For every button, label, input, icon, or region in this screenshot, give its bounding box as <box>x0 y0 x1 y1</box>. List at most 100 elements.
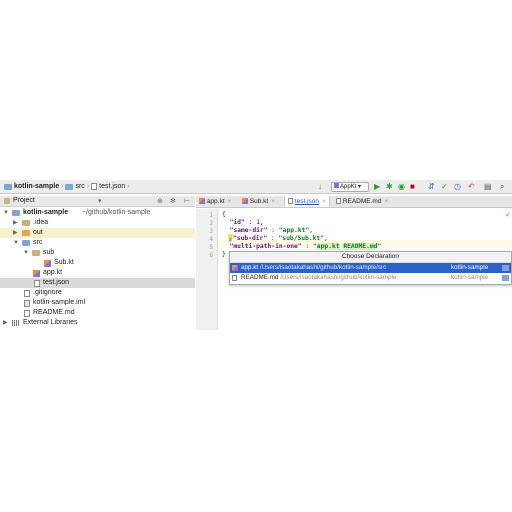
tab-app-kt[interactable]: app.kt × <box>199 196 231 207</box>
tab-sub-kt[interactable]: Sub.kt × <box>242 196 275 207</box>
code-text: : 1, <box>244 219 264 226</box>
tab-label: Sub.kt <box>249 198 269 205</box>
build-icon[interactable]: ↓ <box>318 183 322 191</box>
kotlin-file-icon <box>242 198 248 204</box>
folder-icon <box>32 250 40 256</box>
breadcrumb-src[interactable]: src <box>75 183 84 190</box>
tree-item-label: src <box>33 239 43 246</box>
declaration-item-app-kt[interactable]: app.kt /Users/isaotakahashi/github/kotli… <box>230 263 511 273</box>
search-everywhere-icon[interactable]: ⌕ <box>500 183 504 191</box>
kotlin-file-icon <box>232 265 238 271</box>
source-folder-icon <box>65 183 74 190</box>
line-number: 3 <box>209 228 213 235</box>
debug-icon[interactable]: ✱ <box>386 183 393 191</box>
markdown-file-icon <box>232 275 237 281</box>
breadcrumb-file[interactable]: test.json <box>99 183 125 190</box>
declaration-name: app.kt <box>241 264 259 271</box>
chevron-right-icon: › <box>86 183 90 190</box>
close-icon[interactable]: × <box>228 198 232 205</box>
coverage-icon[interactable]: ◉ <box>398 183 405 191</box>
close-icon[interactable]: × <box>384 198 388 205</box>
json-key: "same-dir" <box>229 227 268 234</box>
kotlin-config-icon <box>334 183 339 188</box>
tree-item-label: kotlin-sample <box>23 209 69 216</box>
code-text: : <box>267 235 279 242</box>
tree-item-test-json[interactable]: test.json <box>0 278 195 288</box>
collapsed-arrow-icon[interactable]: ▶ <box>13 228 18 238</box>
close-icon[interactable]: × <box>271 198 275 205</box>
tree-item-idea[interactable]: ▶ .idea <box>0 218 195 228</box>
code-line-1[interactable]: { <box>222 211 226 219</box>
module-icon <box>502 275 509 281</box>
line-number: 5 <box>209 244 213 251</box>
module-folder-icon <box>4 183 12 190</box>
tree-item-src[interactable]: ▼ src <box>0 238 195 248</box>
view-mode-dropdown-icon[interactable]: ▾ <box>98 197 102 205</box>
json-key: "sub-dir" <box>233 235 268 242</box>
collapsed-arrow-icon[interactable]: ▶ <box>13 218 18 228</box>
tree-item-app-kt[interactable]: app.kt <box>0 268 195 278</box>
project-structure-icon[interactable]: ▤ <box>484 183 492 191</box>
code-text: } <box>222 251 226 258</box>
kotlin-file-icon <box>199 198 205 204</box>
markdown-file-icon <box>24 310 30 317</box>
navigation-bar: kotlin-sample › src › test.json › ↓ AppK… <box>0 180 512 194</box>
tab-test-json[interactable]: test.json × <box>284 196 330 207</box>
tree-item-kotlin-sample[interactable]: ▼ kotlin-sample ~/github/kotlin-sample <box>0 208 195 218</box>
declaration-item-readme[interactable]: README.md /Users/isaotakahashi/github/ko… <box>230 273 511 283</box>
file-reference[interactable]: app.kt <box>316 243 340 250</box>
code-line-6[interactable]: } <box>222 251 226 259</box>
source-folder-icon <box>22 240 30 246</box>
popup-title: Choose Declaration <box>230 252 511 263</box>
stop-icon[interactable]: ■ <box>410 183 415 191</box>
project-panel-title[interactable]: Project <box>13 197 35 204</box>
expanded-arrow-icon[interactable]: ▼ <box>23 248 29 258</box>
tab-label: test.json <box>294 198 320 205</box>
hide-panel-icon[interactable]: ⊢ <box>184 197 190 205</box>
vcs-commit-icon[interactable]: ✓ <box>441 183 448 191</box>
breadcrumb-project[interactable]: kotlin-sample <box>14 183 59 190</box>
tree-item-sub[interactable]: ▼ sub <box>0 248 195 258</box>
vcs-update-icon[interactable]: ⇵ <box>428 183 435 191</box>
revert-icon[interactable]: ↶ <box>468 183 475 191</box>
tree-item-external-libraries[interactable]: ▶ External Libraries <box>0 318 195 328</box>
expanded-arrow-icon[interactable]: ▼ <box>13 238 19 248</box>
module-folder-icon <box>12 210 20 216</box>
scroll-from-source-icon[interactable]: ⊕ <box>157 197 163 205</box>
declaration-entry: README.md /Users/isaotakahashi/github/ko… <box>241 273 396 283</box>
ide-window: kotlin-sample › src › test.json › ↓ AppK… <box>0 180 512 330</box>
code-text: : <box>267 227 279 234</box>
vcs-history-icon[interactable]: ◷ <box>454 183 461 191</box>
tree-item-sub-kt[interactable]: Sub.kt <box>0 258 195 268</box>
tree-item-iml[interactable]: kotlin-sample.iml <box>0 298 195 308</box>
expanded-arrow-icon[interactable]: ▼ <box>3 208 9 218</box>
declaration-entry: app.kt /Users/isaotakahashi/github/kotli… <box>241 263 386 273</box>
tree-item-gitignore[interactable]: .gitignore <box>0 288 195 298</box>
run-configuration-select[interactable]: AppKt ▾ <box>331 182 369 192</box>
tree-item-label: app.kt <box>43 269 63 276</box>
project-view-icon <box>4 198 10 204</box>
declaration-path: /Users/isaotakahashi/github/kotlin-sampl… <box>280 274 397 281</box>
settings-gear-icon[interactable]: ✻ <box>170 197 176 205</box>
code-line-5[interactable]: "multi-path-in-one" : "app.kt README.md" <box>222 243 381 251</box>
tree-item-out[interactable]: ▶ out <box>0 228 195 238</box>
code-text: , <box>309 227 314 234</box>
tree-item-label: .gitignore <box>33 289 62 296</box>
inspection-ok-icon[interactable]: ✓ <box>505 211 511 219</box>
tab-readme[interactable]: README.md × <box>336 196 388 207</box>
json-key: "multi-path-in-one" <box>229 243 302 250</box>
declaration-module: kotlin-sample <box>451 264 489 271</box>
code-line-2[interactable]: "id" : 1, <box>222 219 264 227</box>
line-number: 1 <box>209 212 213 219</box>
collapsed-arrow-icon[interactable]: ▶ <box>3 318 8 328</box>
tree-item-path: ~/github/kotlin-sample <box>82 209 151 216</box>
file-reference[interactable]: README.md <box>343 243 378 250</box>
kotlin-file-icon <box>44 260 51 267</box>
close-icon[interactable]: × <box>322 198 326 205</box>
project-panel-header: Project ▾ ⊕ ✻ ⊢ <box>0 196 195 207</box>
code-line-4[interactable]: "sub-dir" : "sub/Sub.kt", <box>233 235 328 243</box>
run-icon[interactable]: ▶ <box>374 183 380 191</box>
tree-item-label: out <box>33 229 43 236</box>
code-line-3[interactable]: "same-dir" : "app.kt", <box>222 227 313 235</box>
tree-item-readme[interactable]: README.md <box>0 308 195 318</box>
